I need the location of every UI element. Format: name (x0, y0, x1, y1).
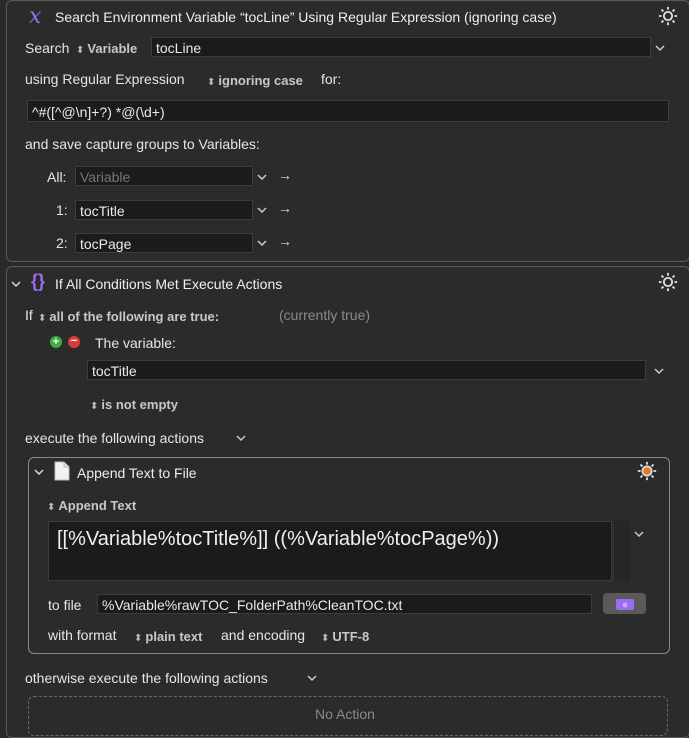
search-action-title[interactable]: Search Environment Variable “tocLine” Us… (55, 9, 557, 25)
updown-icon: ⬍ (321, 633, 330, 644)
append-text-value: [[%Variable%tocTitle%]] ((%Variable%tocP… (57, 528, 500, 550)
updown-icon: ⬍ (38, 313, 47, 324)
case-mode-popup[interactable]: ⬍ ignoring case (207, 72, 303, 88)
execute-actions-label[interactable]: execute the following actions (25, 430, 204, 446)
chevron-down-icon[interactable] (256, 237, 268, 249)
arrow-right-icon[interactable]: → (278, 200, 292, 216)
append-text-area[interactable]: [[%Variable%tocTitle%]] ((%Variable%tocP… (48, 521, 612, 581)
condition-test-value: is not empty (101, 397, 178, 412)
text-area-scrollbar[interactable] (613, 521, 630, 581)
group-1-field[interactable]: tocTitle (75, 200, 253, 220)
group-all-label: All: (47, 169, 67, 185)
condition-mode-value: all of the following are true: (49, 309, 220, 324)
encoding-value: UTF-8 (332, 629, 370, 644)
for-label: for: (321, 71, 342, 87)
using-regex-label: using Regular Expression (25, 71, 185, 87)
gear-icon[interactable] (636, 460, 658, 482)
gear-icon[interactable] (657, 5, 679, 27)
folder-icon (616, 599, 634, 610)
source-type-value: Variable (87, 41, 138, 56)
with-format-label: with format (48, 627, 117, 643)
group-all-field[interactable]: Variable (75, 166, 253, 186)
chevron-down-icon[interactable] (306, 672, 318, 684)
format-value: plain text (145, 629, 203, 644)
chevron-down-icon[interactable] (235, 432, 247, 444)
chevron-down-icon[interactable] (256, 204, 268, 216)
updown-icon: ⬍ (47, 502, 56, 513)
add-condition-button[interactable]: + (50, 336, 62, 348)
regex-x-icon: 𝑥 (29, 4, 42, 29)
braces-icon: {} (31, 271, 46, 291)
source-type-popup[interactable]: ⬍ Variable (76, 40, 137, 56)
if-label: If (25, 307, 33, 323)
group-1-label: 1: (56, 202, 68, 218)
chevron-down-icon[interactable] (256, 171, 268, 183)
case-mode-value: ignoring case (218, 73, 303, 88)
encoding-popup[interactable]: ⬍ UTF-8 (321, 628, 369, 644)
chevron-down-icon[interactable] (654, 42, 666, 54)
group-all-placeholder: Variable (80, 169, 131, 185)
remove-condition-button[interactable]: − (68, 336, 80, 348)
append-mode-value: Append Text (58, 498, 137, 513)
group-2-label: 2: (56, 235, 68, 251)
updown-icon: ⬍ (90, 401, 99, 412)
encoding-label: and encoding (221, 627, 306, 643)
arrow-right-icon[interactable]: → (278, 167, 292, 183)
regex-field[interactable]: ^#([^@\n]+?) *@(\d+) (27, 100, 669, 122)
condition-label: The variable: (95, 335, 176, 351)
document-icon (54, 461, 70, 481)
choose-file-button[interactable] (603, 593, 646, 614)
gear-icon[interactable] (657, 271, 679, 293)
file-path-field[interactable]: %Variable%rawTOC_FolderPath%CleanTOC.txt (97, 594, 592, 614)
otherwise-actions-label[interactable]: otherwise execute the following actions (25, 670, 268, 686)
disclosure-chevron-icon[interactable] (10, 278, 22, 290)
condition-mode-popup[interactable]: ⬍ all of the following are true: (38, 308, 219, 324)
search-label: Search (25, 40, 70, 56)
if-action-title[interactable]: If All Conditions Met Execute Actions (55, 276, 282, 292)
condition-test-popup[interactable]: ⬍ is not empty (90, 396, 178, 412)
group-2-field[interactable]: tocPage (75, 233, 253, 253)
updown-icon: ⬍ (207, 77, 216, 88)
to-file-label: to file (48, 597, 82, 613)
append-action-title[interactable]: Append Text to File (77, 465, 197, 481)
updown-icon: ⬍ (76, 45, 85, 56)
variable-name-field[interactable]: tocLine (151, 37, 651, 57)
save-groups-label: and save capture groups to Variables: (25, 136, 260, 152)
condition-variable-field[interactable]: tocTitle (87, 360, 646, 380)
format-popup[interactable]: ⬍ plain text (134, 628, 202, 644)
arrow-right-icon[interactable]: → (278, 233, 292, 249)
updown-icon: ⬍ (134, 633, 143, 644)
append-mode-popup[interactable]: ⬍ Append Text (47, 497, 136, 513)
chevron-down-icon[interactable] (633, 528, 645, 540)
chevron-down-icon[interactable] (653, 365, 665, 377)
disclosure-chevron-icon[interactable] (33, 466, 45, 478)
currently-true-status: (currently true) (279, 307, 371, 323)
